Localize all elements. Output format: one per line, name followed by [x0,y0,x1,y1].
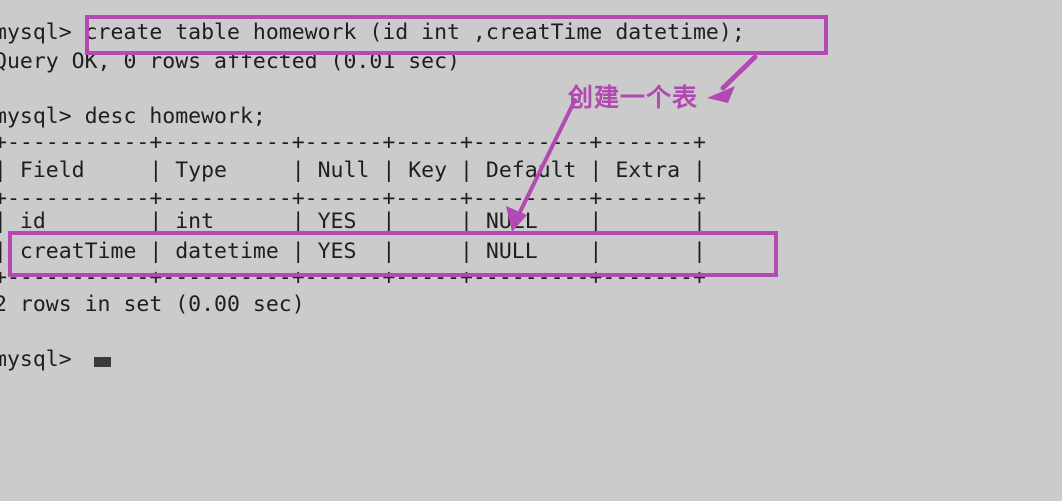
terminal-line-11: 2 rows in set (0.00 sec) [0,292,305,317]
annotation-box-creattime-row [8,231,778,277]
terminal-line-4: mysql> desc homework; [0,104,266,129]
terminal-line-13: mysql> [0,347,85,372]
terminal-line-6: | Field | Type | Null | Key | Default | … [0,158,706,183]
annotation-label-create-a-table: 创建一个表 [568,83,699,112]
terminal-line-5: +-----------+----------+------+-----+---… [0,130,706,155]
terminal-screenshot: mysql> create table homework (id int ,cr… [0,0,1062,501]
annotation-box-create-statement [85,15,828,55]
terminal-cursor [94,357,111,367]
